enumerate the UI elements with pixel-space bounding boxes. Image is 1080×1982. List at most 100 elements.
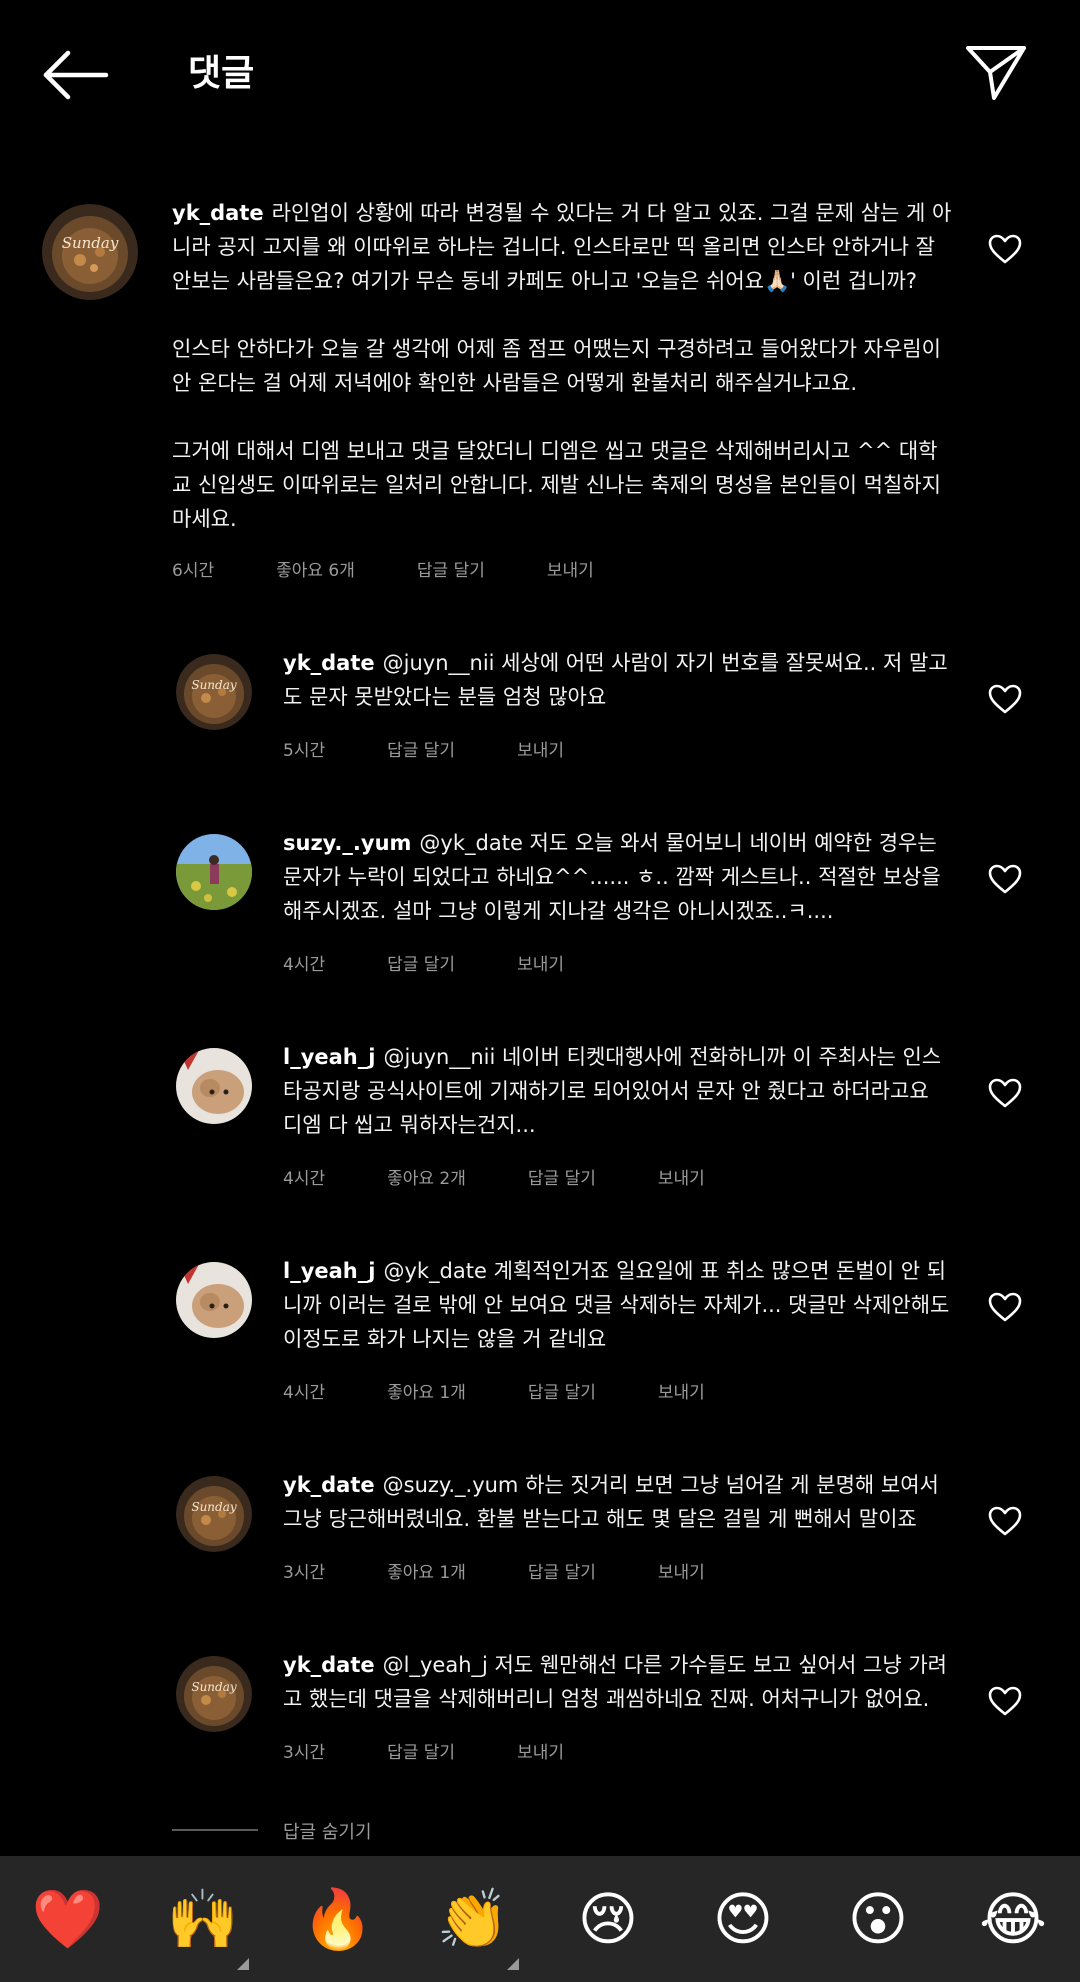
emoji-reaction-bar: ❤️ 🙌 🔥 👏 😢 😍 😮 😂	[0, 1856, 1080, 1982]
hide-replies-button[interactable]: 답글 숨기기	[283, 1818, 372, 1844]
svg-text:Sunday: Sunday	[191, 1500, 237, 1514]
comment-text: yk_date 라인업이 상황에 따라 변경될 수 있다는 거 다 알고 있죠. …	[172, 196, 952, 536]
heart-outline-icon	[988, 1078, 1022, 1108]
comment-time: 4시간	[283, 955, 326, 975]
comment-text: yk_date @suzy._.yum 하는 짓거리 보면 그냥 넘어갈 게 분명…	[283, 1468, 953, 1536]
comment-time: 3시간	[283, 1743, 326, 1763]
send-button[interactable]: 보내기	[517, 955, 564, 975]
reply-button[interactable]: 답글 달기	[387, 741, 455, 761]
comment-time: 6시간	[172, 561, 215, 581]
comment-time: 3시간	[283, 1563, 326, 1583]
like-button[interactable]	[988, 864, 1022, 894]
send-button[interactable]: 보내기	[658, 1563, 705, 1583]
likes-count[interactable]: 좋아요 6개	[276, 561, 355, 581]
emoji-raised-hands[interactable]: 🙌	[163, 1888, 243, 1950]
comment-body: @l_yeah_j 저도 웬만해선 다른 가수들도 보고 싶어서 그냥 가려고 …	[283, 1653, 947, 1711]
emoji-fire[interactable]: 🔥	[298, 1888, 378, 1950]
comment-meta: 5시간 답글 달기 보내기	[283, 736, 626, 761]
heart-outline-icon	[988, 234, 1022, 264]
heart-outline-icon	[988, 1686, 1022, 1716]
comment-meta: 4시간 좋아요 2개 답글 달기 보내기	[283, 1164, 767, 1189]
send-button[interactable]: 보내기	[658, 1169, 705, 1189]
avatar-image: Sunday	[42, 204, 138, 300]
svg-text:Sunday: Sunday	[62, 234, 119, 252]
likes-count[interactable]: 좋아요 1개	[387, 1383, 466, 1403]
comment-meta: 6시간 좋아요 6개 답글 달기 보내기	[172, 556, 656, 581]
svg-text:Sunday: Sunday	[191, 678, 237, 692]
share-button[interactable]	[964, 42, 1028, 102]
emoji-crying-face[interactable]: 😢	[568, 1888, 648, 1950]
like-button[interactable]	[988, 1686, 1022, 1716]
heart-outline-icon	[988, 864, 1022, 894]
page-title: 댓글	[188, 53, 255, 94]
reply-button[interactable]: 답글 달기	[387, 1743, 455, 1763]
likes-count[interactable]: 좋아요 2개	[387, 1169, 466, 1189]
comment-time: 4시간	[283, 1383, 326, 1403]
reply-button[interactable]: 답글 달기	[387, 955, 455, 975]
back-button[interactable]	[40, 48, 112, 102]
send-button[interactable]: 보내기	[658, 1383, 705, 1403]
avatar[interactable]	[176, 1048, 252, 1124]
avatar[interactable]	[176, 834, 252, 910]
avatar[interactable]: Sunday	[42, 204, 138, 300]
comment-paragraph: 라인업이 상황에 따라 변경될 수 있다는 거 다 알고 있죠. 그걸 문제 삼…	[172, 201, 952, 293]
avatar-image: Sunday	[176, 654, 252, 730]
comment-username[interactable]: yk_date	[283, 1653, 375, 1677]
comment-body: @juyn__nii 네이버 티켓대행사에 전화하니까 이 주최사는 인스타공지…	[283, 1045, 942, 1137]
emoji-clapping-hands[interactable]: 👏	[433, 1888, 513, 1950]
avatar-image: Sunday	[176, 1656, 252, 1732]
comment-username[interactable]: yk_date	[172, 201, 264, 225]
likes-count[interactable]: 좋아요 1개	[387, 1563, 466, 1583]
emoji-heart-eyes[interactable]: 😍	[703, 1888, 783, 1950]
comment-paragraph: 인스타 안하다가 오늘 갈 생각에 어제 좀 점프 어땠는지 구경하려고 들어왔…	[172, 337, 941, 395]
comment-username[interactable]: yk_date	[283, 1473, 375, 1497]
like-button[interactable]	[988, 684, 1022, 714]
skin-tone-indicator	[237, 1958, 249, 1970]
send-button[interactable]: 보내기	[547, 561, 594, 581]
comment-meta: 3시간 좋아요 1개 답글 달기 보내기	[283, 1558, 767, 1583]
reply-button[interactable]: 답글 달기	[528, 1563, 596, 1583]
avatar[interactable]	[176, 1262, 252, 1338]
comment-text: l_yeah_j @yk_date 계획적인거죠 일요일에 표 취소 많으면 돈벌…	[283, 1254, 953, 1356]
comment-text: l_yeah_j @juyn__nii 네이버 티켓대행사에 전화하니까 이 주최…	[283, 1040, 953, 1142]
skin-tone-indicator	[507, 1958, 519, 1970]
reply-button[interactable]: 답글 달기	[417, 561, 485, 581]
arrow-left-icon	[43, 50, 109, 100]
send-button[interactable]: 보내기	[517, 741, 564, 761]
comment-meta: 3시간 답글 달기 보내기	[283, 1738, 626, 1763]
avatar-image	[176, 834, 252, 910]
like-button[interactable]	[988, 1292, 1022, 1322]
divider	[172, 1829, 258, 1831]
emoji-laughing-tears[interactable]: 😂	[973, 1888, 1053, 1950]
avatar-image: Sunday	[176, 1476, 252, 1552]
comment-meta: 4시간 좋아요 1개 답글 달기 보내기	[283, 1378, 767, 1403]
comment-username[interactable]: suzy._.yum	[283, 831, 411, 855]
reply-button[interactable]: 답글 달기	[528, 1383, 596, 1403]
avatar[interactable]: Sunday	[176, 1656, 252, 1732]
emoji-surprised-face[interactable]: 😮	[838, 1888, 918, 1950]
comment-text: yk_date @l_yeah_j 저도 웬만해선 다른 가수들도 보고 싶어서 …	[283, 1648, 953, 1716]
like-button[interactable]	[988, 1506, 1022, 1536]
heart-outline-icon	[988, 1292, 1022, 1322]
comment-text: suzy._.yum @yk_date 저도 오늘 와서 물어보니 네이버 예약한…	[283, 826, 953, 928]
like-button[interactable]	[988, 234, 1022, 264]
comment-body: @suzy._.yum 하는 짓거리 보면 그냥 넘어갈 게 분명해 보여서 그…	[283, 1473, 939, 1531]
comment-time: 5시간	[283, 741, 326, 761]
comment-username[interactable]: yk_date	[283, 651, 375, 675]
comment-text: yk_date @juyn__nii 세상에 어떤 사람이 자기 번호를 잘못써요…	[283, 646, 953, 714]
avatar-image	[176, 1048, 252, 1124]
comment-username[interactable]: l_yeah_j	[283, 1045, 375, 1069]
avatar[interactable]: Sunday	[176, 654, 252, 730]
emoji-heart[interactable]: ❤️	[28, 1888, 108, 1950]
avatar[interactable]: Sunday	[176, 1476, 252, 1552]
heart-outline-icon	[988, 684, 1022, 714]
like-button[interactable]	[988, 1078, 1022, 1108]
heart-outline-icon	[988, 1506, 1022, 1536]
reply-button[interactable]: 답글 달기	[528, 1169, 596, 1189]
comment-body: @yk_date 계획적인거죠 일요일에 표 취소 많으면 돈벌이 안 되니까 …	[283, 1259, 950, 1351]
comment-username[interactable]: l_yeah_j	[283, 1259, 375, 1283]
comment-meta: 4시간 답글 달기 보내기	[283, 950, 626, 975]
paper-plane-icon	[966, 46, 1026, 100]
send-button[interactable]: 보내기	[517, 1743, 564, 1763]
header: 댓글	[0, 0, 1080, 150]
